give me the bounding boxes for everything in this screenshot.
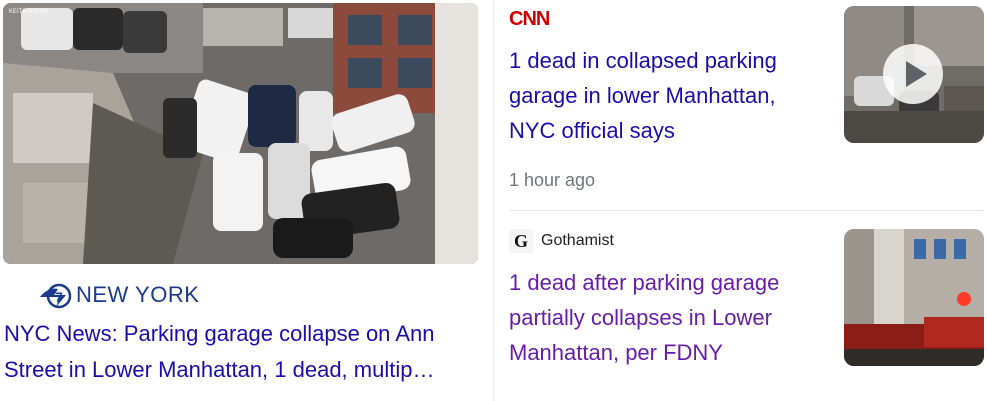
column-divider [493, 0, 494, 401]
gothamist-thumbnail[interactable] [844, 229, 984, 366]
story-card-cnn[interactable]: CNN 1 dead in collapsed parking garage i… [509, 0, 987, 210]
story-headline-gothamist[interactable]: 1 dead after parking garage partially co… [509, 265, 819, 370]
abc7-eye-icon: 7 [40, 283, 72, 309]
main-headline-link[interactable]: NYC News: Parking garage collapse on Ann… [4, 316, 482, 388]
svg-text:7: 7 [55, 289, 63, 305]
top-story-main[interactable]: KEITH ROGIN 7 NEW YORK NYC News: Parking… [0, 0, 492, 401]
cnn-logo: CNN [509, 8, 550, 30]
source-name-new-york: NEW YORK [76, 282, 200, 307]
source-row-cnn: CNN [509, 8, 550, 30]
play-icon [905, 61, 927, 87]
main-headline-line1: NYC News: Parking garage collapse on Ann [4, 321, 435, 346]
story-card-gothamist[interactable]: G Gothamist 1 dead after parking garage … [509, 211, 987, 401]
video-thumbnail[interactable] [844, 6, 984, 143]
story-timestamp: 1 hour ago [509, 170, 596, 190]
source-row-gothamist: G Gothamist [509, 229, 614, 253]
garage-collapse-photo[interactable]: KEITH ROGIN [3, 3, 478, 264]
story-headline-cnn[interactable]: 1 dead in collapsed parking garage in lo… [509, 43, 819, 148]
photo-credit-text: KEITH ROGIN [9, 9, 48, 15]
abc7-new-york-logo: 7 NEW YORK [38, 280, 199, 310]
source-name-gothamist: Gothamist [541, 232, 614, 249]
gothamist-logo-icon: G [509, 229, 533, 253]
play-button[interactable] [883, 44, 943, 104]
main-headline-line2: Street in Lower Manhattan, 1 dead, multi… [4, 357, 435, 382]
